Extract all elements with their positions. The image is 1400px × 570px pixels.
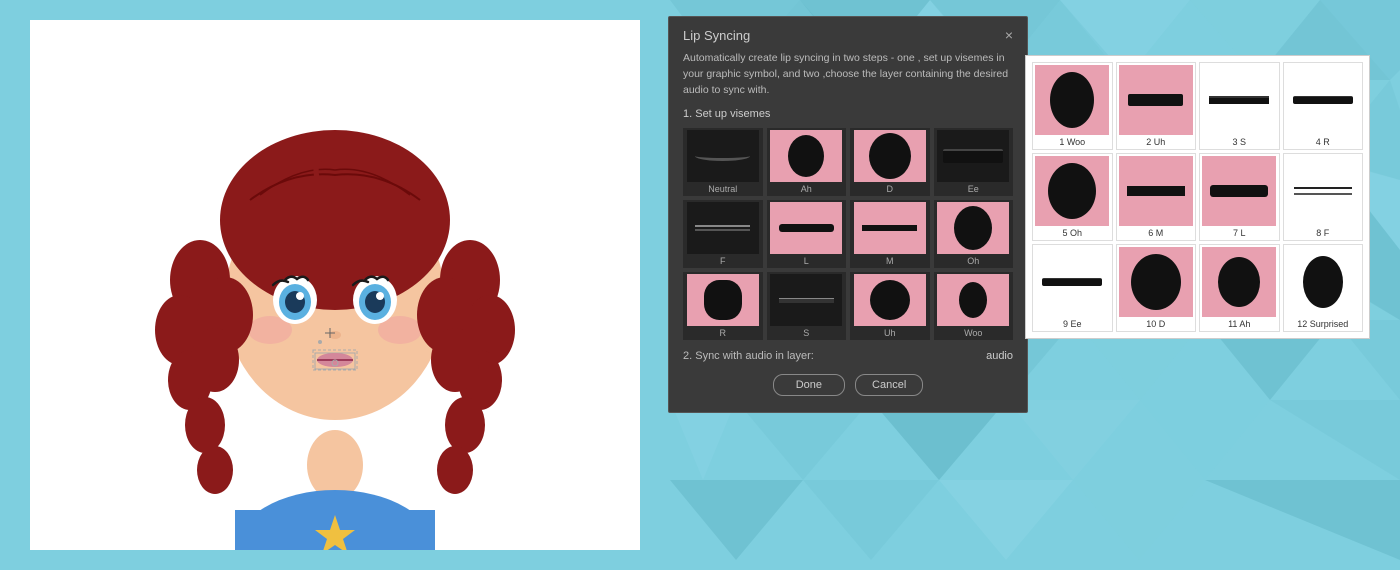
character-container <box>30 20 640 550</box>
vp-oh-label: 5 Oh <box>1062 228 1082 238</box>
vp-ah[interactable]: 11 Ah <box>1199 244 1280 332</box>
step1-label: 1. Set up visemes <box>683 108 1013 120</box>
vp-oh[interactable]: 5 Oh <box>1032 153 1113 241</box>
vp-d[interactable]: 10 D <box>1116 244 1197 332</box>
vp-ee-label: 9 Ee <box>1063 319 1082 329</box>
vp-f-label: 8 F <box>1316 228 1329 238</box>
viseme-m-label: M <box>886 256 894 266</box>
viseme-oh-label: Oh <box>967 256 979 266</box>
vp-d-label: 10 D <box>1146 319 1165 329</box>
viseme-ee[interactable]: Ee <box>934 128 1014 196</box>
viseme-d[interactable]: D <box>850 128 930 196</box>
dialog-close-button[interactable]: × <box>1005 27 1013 43</box>
vp-woo-label: 1 Woo <box>1059 137 1085 147</box>
vp-m-label: 6 M <box>1148 228 1163 238</box>
viseme-r-label: R <box>720 328 727 338</box>
vp-ah-label: 11 Ah <box>1228 319 1250 329</box>
viseme-neutral-label: Neutral <box>708 184 737 194</box>
vp-s-label: 3 S <box>1232 137 1246 147</box>
viseme-panel: 1 Woo 2 Uh 3 S 4 R 5 Oh <box>1025 55 1370 339</box>
audio-value: audio <box>986 350 1013 362</box>
viseme-uh-label: Uh <box>884 328 896 338</box>
viseme-woo-label: Woo <box>964 328 982 338</box>
dialog-title-bar: Lip Syncing × <box>683 27 1013 43</box>
viseme-ah[interactable]: Ah <box>767 128 847 196</box>
vp-surprised[interactable]: 12 Surprised <box>1283 244 1364 332</box>
vp-s[interactable]: 3 S <box>1199 62 1280 150</box>
vp-surprised-label: 12 Surprised <box>1297 319 1348 329</box>
vp-woo[interactable]: 1 Woo <box>1032 62 1113 150</box>
viseme-f[interactable]: F <box>683 200 763 268</box>
dialog-buttons: Done Cancel <box>683 374 1013 396</box>
dialog-description: Automatically create lip syncing in two … <box>683 51 1013 98</box>
viseme-ee-label: Ee <box>968 184 979 194</box>
audio-row: 2. Sync with audio in layer: audio <box>683 350 1013 362</box>
vp-f[interactable]: 8 F <box>1283 153 1364 241</box>
viseme-m[interactable]: M <box>850 200 930 268</box>
step2-label: 2. Sync with audio in layer: <box>683 350 986 362</box>
viseme-l-label: L <box>804 256 809 266</box>
viseme-oh[interactable]: Oh <box>934 200 1014 268</box>
viseme-woo[interactable]: Woo <box>934 272 1014 340</box>
vp-ee[interactable]: 9 Ee <box>1032 244 1113 332</box>
viseme-f-label: F <box>720 256 726 266</box>
vp-l-label: 7 L <box>1233 228 1246 238</box>
viseme-l[interactable]: L <box>767 200 847 268</box>
vp-r[interactable]: 4 R <box>1283 62 1364 150</box>
character-svg <box>30 20 640 550</box>
vp-l[interactable]: 7 L <box>1199 153 1280 241</box>
dialog-title: Lip Syncing <box>683 28 750 43</box>
viseme-neutral[interactable]: Neutral <box>683 128 763 196</box>
vp-r-label: 4 R <box>1316 137 1330 147</box>
cancel-button[interactable]: Cancel <box>855 374 923 396</box>
vp-grid: 1 Woo 2 Uh 3 S 4 R 5 Oh <box>1032 62 1363 332</box>
viseme-r[interactable]: R <box>683 272 763 340</box>
lip-sync-dialog: Lip Syncing × Automatically create lip s… <box>668 16 1028 413</box>
viseme-grid: Neutral Ah D Ee F <box>683 128 1013 340</box>
vp-uh-label: 2 Uh <box>1146 137 1165 147</box>
vp-uh[interactable]: 2 Uh <box>1116 62 1197 150</box>
viseme-s[interactable]: S <box>767 272 847 340</box>
viseme-uh[interactable]: Uh <box>850 272 930 340</box>
viseme-d-label: D <box>887 184 894 194</box>
viseme-ah-label: Ah <box>801 184 812 194</box>
vp-m[interactable]: 6 M <box>1116 153 1197 241</box>
done-button[interactable]: Done <box>773 374 845 396</box>
viseme-s-label: S <box>803 328 809 338</box>
